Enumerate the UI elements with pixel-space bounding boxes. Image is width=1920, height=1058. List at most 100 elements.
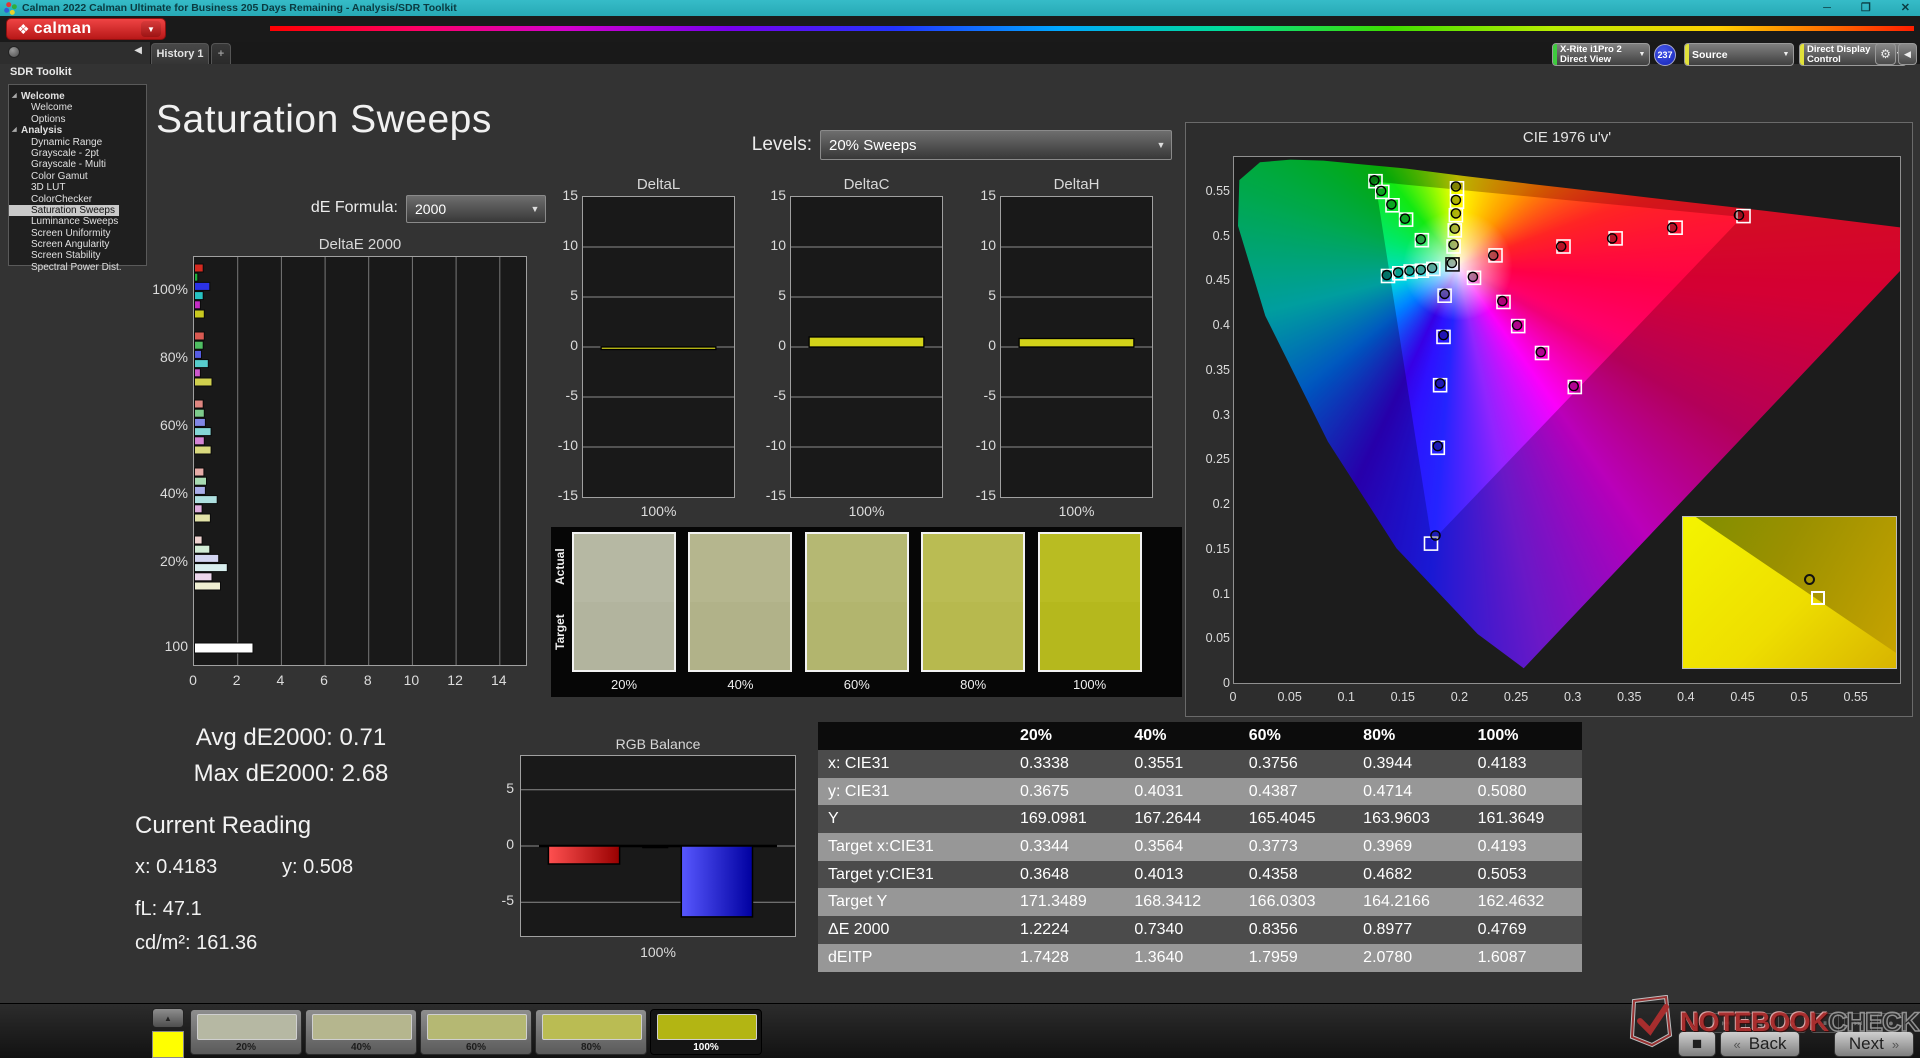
tab-history[interactable]: History 1 <box>151 43 209 64</box>
current-y-value: y: 0.508 <box>282 856 353 879</box>
cie-ytick-label: 0.25 <box>1188 452 1230 466</box>
patch-button-20%[interactable]: 20% <box>190 1009 302 1055</box>
sidebar-item-screen-stability[interactable]: Screen Stability <box>9 250 146 261</box>
table-row: x: CIE310.33380.35510.37560.39440.4183 <box>818 750 1582 778</box>
sidebar-item-grayscale-2pt[interactable]: Grayscale - 2pt <box>9 148 146 159</box>
source-select-button[interactable]: Source ▼ <box>1684 43 1794 66</box>
chevron-down-icon: ▼ <box>141 21 161 37</box>
media-control-button[interactable]: ⏸ <box>1811 1013 1839 1033</box>
calman-menu-button[interactable]: ❖ calman ▼ <box>6 18 166 40</box>
cie-xtick-label: 0.1 <box>1326 690 1366 704</box>
patch-label: 20% <box>191 1042 301 1053</box>
panel-collapse-button[interactable]: ◀ <box>1898 43 1917 65</box>
patch-button-80%[interactable]: 80% <box>535 1009 647 1055</box>
table-header-row: 20%40%60%80%100% <box>818 722 1582 750</box>
dl-ytick-label: -10 <box>540 437 578 453</box>
close-button[interactable]: ✕ <box>1901 0 1910 16</box>
cie-measured-point <box>1734 211 1743 220</box>
table-value-cell: 165.4045 <box>1239 805 1353 833</box>
swatch-column-label: 40% <box>688 677 792 692</box>
media-control-button[interactable]: ▶ <box>1778 1013 1806 1033</box>
sidebar-item-luminance-sweeps[interactable]: Luminance Sweeps <box>9 216 146 227</box>
next-button[interactable]: Next » <box>1834 1031 1914 1057</box>
deltae-ytick-label: 40% <box>140 485 188 501</box>
de-formula-select[interactable]: 2000 ▼ <box>406 195 546 223</box>
table-row-label: Target y:CIE31 <box>818 861 1010 889</box>
back-button[interactable]: « Back <box>1720 1031 1800 1057</box>
meter-reading-badge[interactable]: 237 <box>1654 44 1676 66</box>
table-value-cell: 163.9603 <box>1353 805 1467 833</box>
table-row: Target Y171.3489168.3412166.0303164.2166… <box>818 888 1582 916</box>
settings-button[interactable]: ⚙ <box>1875 43 1896 65</box>
table-header-cell: 20% <box>1010 722 1124 750</box>
patch-button-60%[interactable]: 60% <box>420 1009 532 1055</box>
de-formula-label: dE Formula: <box>270 199 398 217</box>
sidebar-title: SDR Toolkit <box>10 66 72 78</box>
cie-measured-point <box>1489 251 1498 260</box>
media-control-button[interactable]: ⏮ <box>1712 1013 1740 1033</box>
sidebar-item-spectral-power-dist-[interactable]: Spectral Power Dist. <box>9 262 146 273</box>
dc-ytick-label: 15 <box>748 187 786 203</box>
table-value-cell: 2.0780 <box>1353 944 1467 972</box>
sidebar-item-colorchecker[interactable]: ColorChecker <box>9 194 146 205</box>
sidebar-item-options[interactable]: Options <box>9 114 146 125</box>
table-value-cell: 0.4193 <box>1468 833 1582 861</box>
tab-toolbar-row: ◀ History 1 + X-Rite i1Pro 2 Direct View… <box>0 42 1920 64</box>
pattern-window-button[interactable]: ▲ <box>152 1008 184 1028</box>
table-value-cell: 0.4769 <box>1468 916 1582 944</box>
patch-button-100%[interactable]: 100% <box>650 1009 762 1055</box>
patch-button-40%[interactable]: 40% <box>305 1009 417 1055</box>
table-value-cell: 162.4632 <box>1468 888 1582 916</box>
cie-ytick-label: 0.05 <box>1188 631 1230 645</box>
table-value-cell: 167.2644 <box>1124 805 1238 833</box>
sidebar-collapse-icon[interactable]: ◀ <box>134 45 142 56</box>
table-value-cell: 1.2224 <box>1010 916 1124 944</box>
patch-swatch <box>312 1014 412 1040</box>
swatch-cell-100% <box>1038 532 1142 672</box>
swatch-column-label: 100% <box>1038 677 1142 692</box>
chevrons-right-icon: » <box>1892 1037 1899 1052</box>
sidebar-item-dynamic-range[interactable]: Dynamic Range <box>9 137 146 148</box>
dl-ytick-label: 15 <box>540 187 578 203</box>
table-row: Target y:CIE310.36480.40130.43580.46820.… <box>818 861 1582 889</box>
sidebar-item-saturation-sweeps[interactable]: Saturation Sweeps <box>9 205 119 216</box>
sidebar-item-analysis[interactable]: Analysis <box>9 125 146 136</box>
stop-button[interactable]: ■ <box>1678 1031 1716 1057</box>
sidebar-item-color-gamut[interactable]: Color Gamut <box>9 171 146 182</box>
tab-add-button[interactable]: + <box>211 43 231 64</box>
patch-label: 80% <box>536 1042 646 1053</box>
sidebar-dot-button[interactable] <box>8 46 20 58</box>
sidebar-item-welcome[interactable]: Welcome <box>9 102 146 113</box>
calman-app-icon <box>3 1 17 15</box>
levels-select[interactable]: 20% Sweeps ▼ <box>820 130 1172 160</box>
dl-xtick-label: 100% <box>582 503 735 519</box>
target-row-label: Target <box>553 599 569 665</box>
sidebar-item-3d-lut[interactable]: 3D LUT <box>9 182 146 193</box>
media-control-button[interactable]: ◀ <box>1745 1013 1773 1033</box>
media-control-button[interactable]: ⏭ <box>1844 1013 1872 1033</box>
source-label: Source <box>1689 50 1779 60</box>
cie-chromaticity-plot <box>1233 156 1901 684</box>
media-control-button[interactable]: ● <box>1877 1013 1905 1033</box>
table-value-cell: 0.4013 <box>1124 861 1238 889</box>
cie-ytick-label: 0.4 <box>1188 318 1230 332</box>
table-value-cell: 166.0303 <box>1239 888 1353 916</box>
swatch-column-label: 20% <box>572 677 676 692</box>
sidebar-item-screen-uniformity[interactable]: Screen Uniformity <box>9 228 146 239</box>
sidebar-item-screen-angularity[interactable]: Screen Angularity <box>9 239 146 250</box>
restore-button[interactable]: ❐ <box>1861 0 1871 16</box>
table-row-label: dEITP <box>818 944 1010 972</box>
chevrons-left-icon: « <box>1733 1037 1740 1052</box>
cie-measured-point <box>1498 297 1507 306</box>
sidebar-item-grayscale-multi[interactable]: Grayscale - Multi <box>9 159 146 170</box>
minimize-button[interactable]: ─ <box>1823 0 1831 16</box>
cie-measured-point <box>1377 186 1386 195</box>
cie-measured-point <box>1439 331 1448 340</box>
table-corner-cell <box>818 722 1010 750</box>
meter-select-button[interactable]: X-Rite i1Pro 2 Direct View ▼ <box>1552 43 1650 66</box>
deltac-chart-title: DeltaC <box>790 176 943 193</box>
table-header-cell: 60% <box>1239 722 1353 750</box>
swatch-cell-40% <box>688 532 792 672</box>
current-patch-preview <box>152 1031 184 1058</box>
sidebar-item-welcome[interactable]: Welcome <box>9 91 146 102</box>
